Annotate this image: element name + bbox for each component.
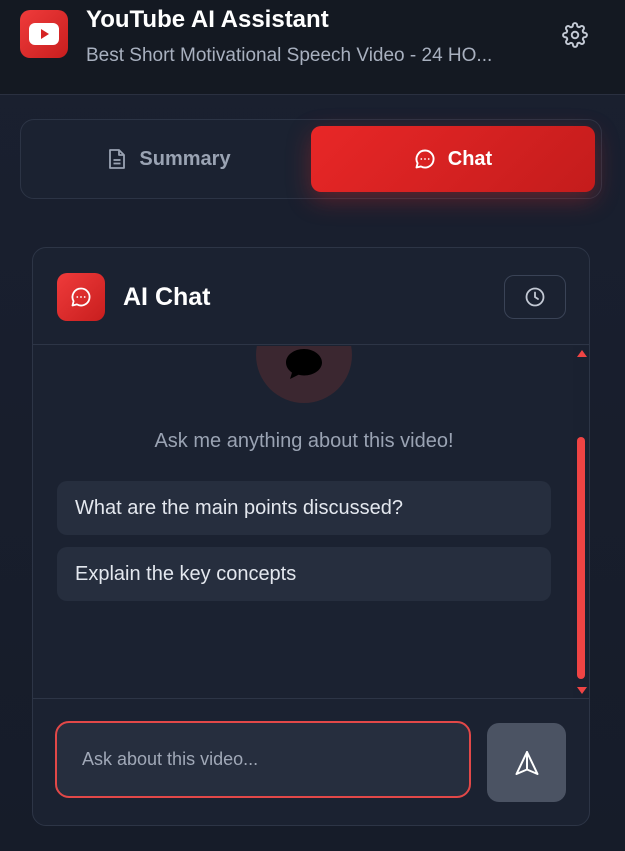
chat-panel-title: AI Chat [123, 283, 211, 311]
chat-panel: AI Chat Ask me anything about this video… [32, 247, 590, 826]
video-title: Best Short Motivational Speech Video - 2… [86, 45, 493, 66]
scroll-thumb[interactable] [577, 437, 585, 679]
tab-summary-label: Summary [139, 147, 231, 170]
tab-chat-label: Chat [447, 147, 493, 170]
gear-icon [562, 22, 588, 48]
clock-icon [525, 287, 545, 307]
chat-badge-icon [57, 273, 105, 321]
tab-bar: Summary Chat [20, 119, 602, 199]
tab-summary[interactable]: Summary [27, 126, 311, 192]
document-icon [109, 149, 126, 169]
youtube-logo-icon [20, 10, 68, 58]
chat-bubble-icon [415, 149, 435, 169]
chat-input[interactable] [55, 721, 471, 798]
scroll-down-arrow-icon[interactable] [577, 687, 587, 694]
welcome-message: Ask me anything about this video! [154, 430, 454, 452]
app-title: YouTube AI Assistant [86, 6, 329, 33]
chat-panel-header: AI Chat [33, 248, 589, 345]
suggestion-key-concepts[interactable]: Explain the key concepts [57, 547, 551, 601]
history-button[interactable] [504, 275, 566, 319]
suggestion-main-points[interactable]: What are the main points discussed? [57, 481, 551, 535]
messages-scrollbar[interactable] [573, 346, 589, 698]
settings-button[interactable] [558, 18, 592, 52]
send-button[interactable] [487, 723, 566, 802]
chat-composer [33, 698, 589, 825]
chat-hero-icon [256, 346, 352, 403]
scroll-up-arrow-icon[interactable] [577, 350, 587, 357]
app-header: YouTube AI Assistant Best Short Motivati… [0, 0, 625, 95]
tab-chat[interactable]: Chat [311, 126, 595, 192]
chat-messages[interactable]: Ask me anything about this video! What a… [33, 346, 589, 698]
send-icon [515, 750, 538, 775]
